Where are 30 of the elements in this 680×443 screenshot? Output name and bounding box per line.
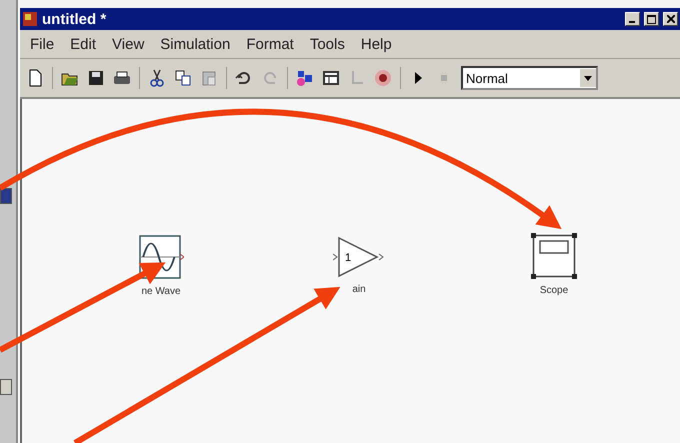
- minimize-button[interactable]: [625, 12, 640, 26]
- explorer-icon[interactable]: [322, 69, 340, 87]
- menu-item[interactable]: Help: [360, 36, 392, 52]
- menu-item[interactable]: Format: [246, 36, 294, 52]
- copy-icon[interactable]: [174, 69, 192, 87]
- close-button[interactable]: [663, 12, 678, 26]
- maximize-button[interactable]: [644, 12, 659, 26]
- menu-item[interactable]: Edit: [70, 36, 96, 52]
- print-icon[interactable]: [113, 69, 131, 87]
- undo-icon[interactable]: [235, 69, 253, 87]
- mode-dropdown[interactable]: Normal: [461, 66, 598, 90]
- debug-icon[interactable]: [374, 69, 392, 87]
- block-label: ne Wave: [141, 286, 181, 297]
- caret-icon: [584, 76, 592, 80]
- maximize-icon: [647, 14, 656, 24]
- block-label: ain: [352, 284, 366, 295]
- menu-item[interactable]: View: [112, 36, 144, 52]
- scope-block[interactable]: [531, 233, 577, 279]
- menu-item[interactable]: Tools: [310, 36, 345, 52]
- save-icon[interactable]: [87, 69, 105, 87]
- close-icon: [666, 15, 674, 23]
- window-title: untitled *: [42, 10, 108, 28]
- paste-icon[interactable]: [200, 69, 218, 87]
- cut-icon[interactable]: [148, 69, 166, 87]
- gain-value: 1: [345, 252, 352, 264]
- model-icon: [22, 11, 38, 27]
- library-icon[interactable]: [296, 69, 314, 87]
- menu-item[interactable]: File: [30, 36, 54, 52]
- menu-item[interactable]: Simulation: [160, 36, 230, 52]
- block-label: Scope: [540, 285, 568, 296]
